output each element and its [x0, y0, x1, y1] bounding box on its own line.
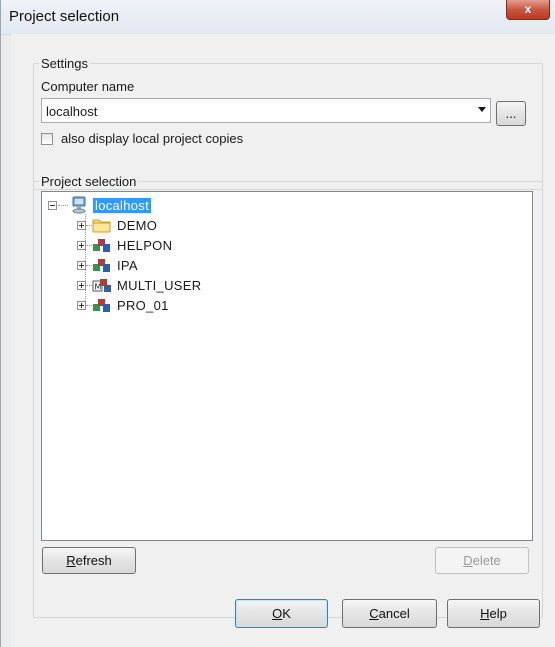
- tree-node-project[interactable]: M MULTI_USER: [77, 276, 201, 294]
- expand-icon[interactable]: [77, 220, 86, 230]
- collapse-icon[interactable]: [48, 200, 57, 210]
- computer-name-label: Computer name: [41, 79, 135, 94]
- title-bar: Project selection x: [1, 0, 555, 35]
- expand-icon[interactable]: [77, 300, 86, 310]
- tree-connector: [86, 224, 92, 226]
- computer-name-combobox[interactable]: localhost: [41, 98, 491, 123]
- local-copies-checkbox-label[interactable]: also display local project copies: [61, 131, 243, 146]
- help-button-label: Help: [480, 606, 507, 621]
- tree-node-localhost[interactable]: localhost: [48, 196, 152, 214]
- refresh-button-label: Refresh: [66, 553, 112, 568]
- project-icon: [93, 239, 110, 252]
- ok-button-label: OK: [272, 606, 291, 621]
- dialog-client-area: Settings Computer name localhost ... als…: [11, 34, 555, 647]
- tree-node-project[interactable]: HELPON: [77, 236, 172, 254]
- folder-icon: [92, 219, 111, 233]
- project-icon: [93, 259, 110, 272]
- tree-node-project[interactable]: DEMO: [77, 216, 157, 234]
- tree-connector: [86, 304, 92, 306]
- tree-node-label: HELPON: [117, 237, 173, 253]
- tree-node-label: PRO_01: [117, 297, 169, 313]
- browse-button-label: ...: [505, 106, 517, 121]
- browse-button[interactable]: ...: [496, 101, 526, 126]
- project-tree[interactable]: localhost DEMO HELPON IPA M MULTI_USER P…: [41, 191, 533, 541]
- local-copies-checkbox[interactable]: [41, 133, 53, 145]
- tree-node-label: IPA: [117, 257, 138, 273]
- help-button[interactable]: Help: [447, 599, 540, 628]
- close-icon: x: [524, 2, 532, 16]
- refresh-button[interactable]: Refresh: [42, 547, 136, 574]
- tree-node-project[interactable]: IPA: [77, 256, 138, 274]
- tree-node-label: MULTI_USER: [117, 277, 202, 293]
- cancel-button[interactable]: Cancel: [342, 599, 437, 628]
- project-selection-dialog: Project selection x Settings Computer na…: [0, 0, 555, 647]
- tree-node-label: DEMO: [117, 217, 158, 233]
- delete-button[interactable]: Delete: [435, 547, 529, 574]
- multi-user-project-icon: M: [92, 279, 111, 292]
- cancel-button-label: Cancel: [369, 606, 410, 621]
- tree-connector: [86, 284, 92, 286]
- ok-button[interactable]: OK: [235, 599, 328, 628]
- computer-name-value: localhost: [46, 104, 98, 119]
- expand-icon[interactable]: [77, 240, 86, 250]
- tree-node-label: localhost: [93, 197, 152, 213]
- computer-icon: [72, 196, 86, 214]
- delete-button-label: Delete: [463, 553, 501, 568]
- tree-connector: [86, 244, 92, 246]
- expand-icon[interactable]: [77, 280, 86, 290]
- settings-group-label: Settings: [39, 56, 90, 71]
- project-icon: [93, 299, 110, 312]
- project-selection-group-label: Project selection: [39, 174, 139, 189]
- close-button[interactable]: x: [506, 0, 550, 20]
- dialog-title: Project selection: [9, 8, 120, 25]
- dropdown-arrow-icon[interactable]: [478, 107, 486, 112]
- expand-icon[interactable]: [77, 260, 86, 270]
- tree-node-project[interactable]: PRO_01: [77, 296, 169, 314]
- tree-connector: [86, 264, 92, 266]
